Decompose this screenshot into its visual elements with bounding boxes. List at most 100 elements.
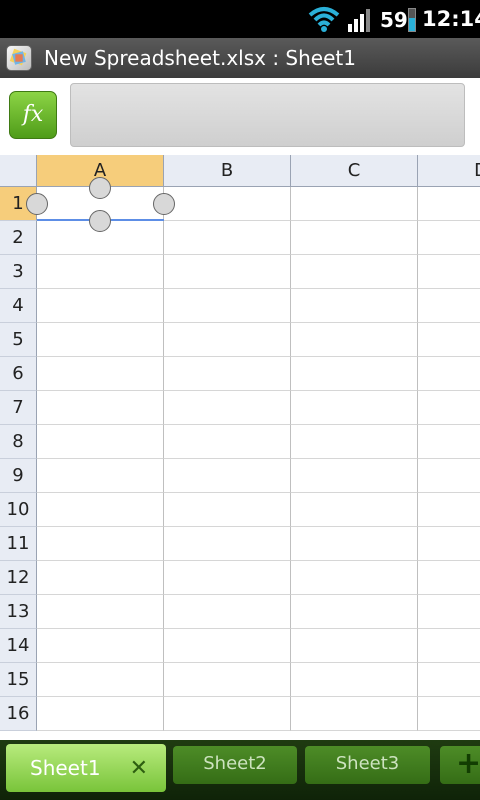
cell-b5[interactable] — [164, 323, 291, 357]
cell-c1[interactable] — [291, 187, 418, 221]
cell-a4[interactable] — [37, 289, 164, 323]
cell-b7[interactable] — [164, 391, 291, 425]
cell-b10[interactable] — [164, 493, 291, 527]
cell-d16[interactable] — [418, 697, 480, 731]
cell-c10[interactable] — [291, 493, 418, 527]
row-header-14[interactable]: 14 — [0, 629, 37, 663]
cell-a14[interactable] — [37, 629, 164, 663]
cell-b12[interactable] — [164, 561, 291, 595]
clock: 12:14 — [422, 7, 480, 31]
row-header-13[interactable]: 13 — [0, 595, 37, 629]
row-header-15[interactable]: 15 — [0, 663, 37, 697]
row-header-2[interactable]: 2 — [0, 221, 37, 255]
cell-c11[interactable] — [291, 527, 418, 561]
plus-icon[interactable]: + — [440, 746, 480, 784]
cell-c6[interactable] — [291, 357, 418, 391]
column-header-c[interactable]: C — [291, 155, 418, 187]
cell-c13[interactable] — [291, 595, 418, 629]
cell-a9[interactable] — [37, 459, 164, 493]
cell-c9[interactable] — [291, 459, 418, 493]
row-header-12[interactable]: 12 — [0, 561, 37, 595]
selection-handle-right[interactable] — [153, 193, 175, 215]
cell-c2[interactable] — [291, 221, 418, 255]
cell-d9[interactable] — [418, 459, 480, 493]
cell-c5[interactable] — [291, 323, 418, 357]
cell-c12[interactable] — [291, 561, 418, 595]
cell-d14[interactable] — [418, 629, 480, 663]
column-header-b[interactable]: B — [164, 155, 291, 187]
window-title: New Spreadsheet.xlsx : Sheet1 — [44, 46, 356, 70]
select-all-corner[interactable] — [0, 155, 37, 187]
cell-a10[interactable] — [37, 493, 164, 527]
cell-b4[interactable] — [164, 289, 291, 323]
cell-d15[interactable] — [418, 663, 480, 697]
row-header-4[interactable]: 4 — [0, 289, 37, 323]
cell-d1[interactable] — [418, 187, 480, 221]
selection-handle-top[interactable] — [89, 177, 111, 199]
cell-b16[interactable] — [164, 697, 291, 731]
cell-a16[interactable] — [37, 697, 164, 731]
selection-handle-left[interactable] — [26, 193, 48, 215]
formula-input[interactable] — [70, 83, 465, 147]
column-header-d[interactable]: D — [418, 155, 480, 187]
cell-b3[interactable] — [164, 255, 291, 289]
cell-b2[interactable] — [164, 221, 291, 255]
tab-sheet1-label: Sheet1 — [30, 756, 101, 780]
tab-sheet2[interactable]: Sheet2 — [173, 746, 297, 784]
cell-d11[interactable] — [418, 527, 480, 561]
cell-a5[interactable] — [37, 323, 164, 357]
row-header-7[interactable]: 7 — [0, 391, 37, 425]
row-header-16[interactable]: 16 — [0, 697, 37, 731]
row-header-6[interactable]: 6 — [0, 357, 37, 391]
cell-b8[interactable] — [164, 425, 291, 459]
cell-d2[interactable] — [418, 221, 480, 255]
row-header-11[interactable]: 11 — [0, 527, 37, 561]
row-header-10[interactable]: 10 — [0, 493, 37, 527]
row-header-5[interactable]: 5 — [0, 323, 37, 357]
cell-c7[interactable] — [291, 391, 418, 425]
selection-handle-bottom[interactable] — [89, 210, 111, 232]
cell-b11[interactable] — [164, 527, 291, 561]
spreadsheet-grid[interactable]: A B C D 1 2 3 4 5 6 7 8 9 10 11 12 13 14… — [0, 155, 480, 740]
cell-c4[interactable] — [291, 289, 418, 323]
cell-b9[interactable] — [164, 459, 291, 493]
tab-sheet2-label: Sheet2 — [203, 753, 267, 774]
cell-a12[interactable] — [37, 561, 164, 595]
cell-d5[interactable] — [418, 323, 480, 357]
cell-a7[interactable] — [37, 391, 164, 425]
tab-sheet1[interactable]: Sheet1 ✕ — [6, 744, 166, 792]
cell-a15[interactable] — [37, 663, 164, 697]
cell-d12[interactable] — [418, 561, 480, 595]
cell-d8[interactable] — [418, 425, 480, 459]
cell-b6[interactable] — [164, 357, 291, 391]
cell-c14[interactable] — [291, 629, 418, 663]
cell-b1[interactable] — [164, 187, 291, 221]
row-header-3[interactable]: 3 — [0, 255, 37, 289]
status-bar: 59 12:14 — [0, 0, 480, 38]
cell-a13[interactable] — [37, 595, 164, 629]
fx-button[interactable]: fx — [9, 91, 57, 139]
cell-d10[interactable] — [418, 493, 480, 527]
tab-sheet3[interactable]: Sheet3 — [305, 746, 430, 784]
row-header-8[interactable]: 8 — [0, 425, 37, 459]
cell-c16[interactable] — [291, 697, 418, 731]
cell-d13[interactable] — [418, 595, 480, 629]
cell-c3[interactable] — [291, 255, 418, 289]
cell-c15[interactable] — [291, 663, 418, 697]
row-header-9[interactable]: 9 — [0, 459, 37, 493]
cell-d4[interactable] — [418, 289, 480, 323]
cell-d3[interactable] — [418, 255, 480, 289]
close-icon[interactable]: ✕ — [130, 745, 148, 793]
cell-d7[interactable] — [418, 391, 480, 425]
cell-c8[interactable] — [291, 425, 418, 459]
cell-a3[interactable] — [37, 255, 164, 289]
wifi-icon — [308, 7, 340, 32]
cell-d6[interactable] — [418, 357, 480, 391]
cell-b15[interactable] — [164, 663, 291, 697]
cell-b13[interactable] — [164, 595, 291, 629]
cell-a11[interactable] — [37, 527, 164, 561]
cell-a6[interactable] — [37, 357, 164, 391]
cell-b14[interactable] — [164, 629, 291, 663]
tab-sheet3-label: Sheet3 — [335, 753, 400, 774]
cell-a8[interactable] — [37, 425, 164, 459]
